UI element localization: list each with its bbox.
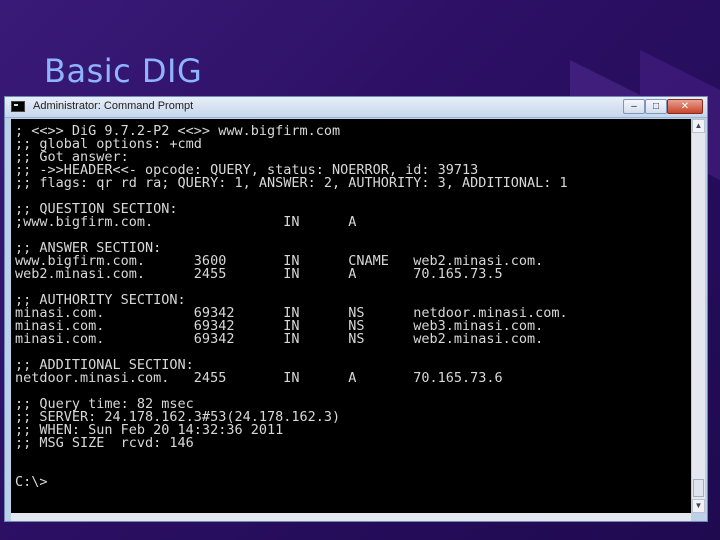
scroll-down-arrow-icon[interactable]: ▼ (692, 499, 705, 513)
console-line: netdoor.minasi.com. 2455 IN A 70.165.73.… (15, 370, 503, 386)
slide-title: Basic DIG (44, 52, 203, 90)
console-line: C:\> (15, 474, 48, 490)
console-line: minasi.com. 69342 IN NS web2.minasi.com. (15, 331, 544, 347)
minimize-button[interactable]: – (623, 99, 645, 114)
console-output-area[interactable]: ; <<>> DiG 9.7.2-P2 <<>> www.bigfirm.com… (11, 119, 691, 513)
window-titlebar[interactable]: Administrator: Command Prompt – □ ✕ (5, 97, 707, 118)
console-line: ;; flags: qr rd ra; QUERY: 1, ANSWER: 2,… (15, 175, 568, 191)
console-icon (11, 101, 25, 112)
command-prompt-window[interactable]: Administrator: Command Prompt – □ ✕ ; <<… (4, 96, 708, 522)
slide-footer-decoration (96, 510, 136, 530)
maximize-button[interactable]: □ (645, 99, 667, 114)
close-button[interactable]: ✕ (667, 99, 703, 114)
vertical-scrollbar[interactable]: ▲ ▼ (691, 119, 705, 513)
console-line: ;www.bigfirm.com. IN A (15, 214, 357, 230)
console-line: ;; MSG SIZE rcvd: 146 (15, 435, 194, 451)
console-line: web2.minasi.com. 2455 IN A 70.165.73.5 (15, 266, 503, 282)
window-title: Administrator: Command Prompt (33, 100, 194, 112)
scrollbar-thumb[interactable] (693, 479, 704, 497)
scroll-up-arrow-icon[interactable]: ▲ (692, 119, 705, 133)
console-text: ; <<>> DiG 9.7.2-P2 <<>> www.bigfirm.com… (11, 119, 691, 489)
